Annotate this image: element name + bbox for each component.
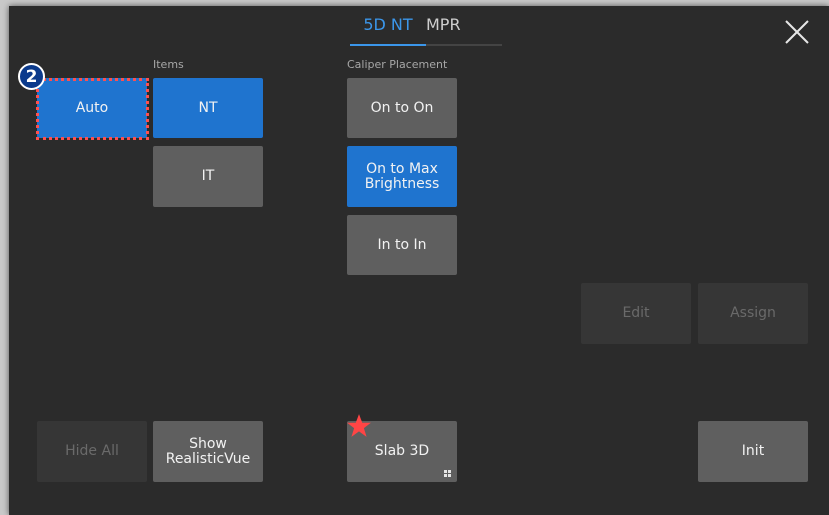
slab-3d-label: Slab 3D <box>374 443 430 459</box>
tab-mpr[interactable]: MPR <box>426 15 502 43</box>
focus-highlight <box>36 78 149 140</box>
show-realisticvue-button[interactable]: Show RealisticVue <box>153 421 263 482</box>
on-to-max-line2: Brightness <box>364 175 440 192</box>
grip-icon <box>444 470 451 477</box>
settings-panel: 5D NT MPR Items Caliper Placement Auto 2… <box>9 6 829 515</box>
show-line1: Show <box>189 435 227 452</box>
init-button[interactable]: Init <box>698 421 808 482</box>
caliper-placement-label: Caliper Placement <box>347 58 448 71</box>
step-badge: 2 <box>18 63 45 90</box>
close-icon[interactable] <box>783 18 811 46</box>
tab-5d-nt[interactable]: 5D NT <box>350 15 426 43</box>
on-to-max-brightness-button[interactable]: On to Max Brightness <box>347 146 457 207</box>
assign-button[interactable]: Assign <box>698 283 808 344</box>
show-line2: RealisticVue <box>165 450 251 467</box>
star-icon <box>347 414 371 437</box>
items-label: Items <box>153 58 184 71</box>
tab-bar: 5D NT MPR <box>350 15 502 51</box>
tab-underline <box>350 44 502 46</box>
hide-all-button[interactable]: Hide All <box>37 421 147 482</box>
on-to-on-button[interactable]: On to On <box>347 78 457 138</box>
in-to-in-button[interactable]: In to In <box>347 215 457 275</box>
nt-button[interactable]: NT <box>153 78 263 138</box>
edit-button[interactable]: Edit <box>581 283 691 344</box>
on-to-max-line1: On to Max <box>366 160 438 177</box>
it-button[interactable]: IT <box>153 146 263 207</box>
